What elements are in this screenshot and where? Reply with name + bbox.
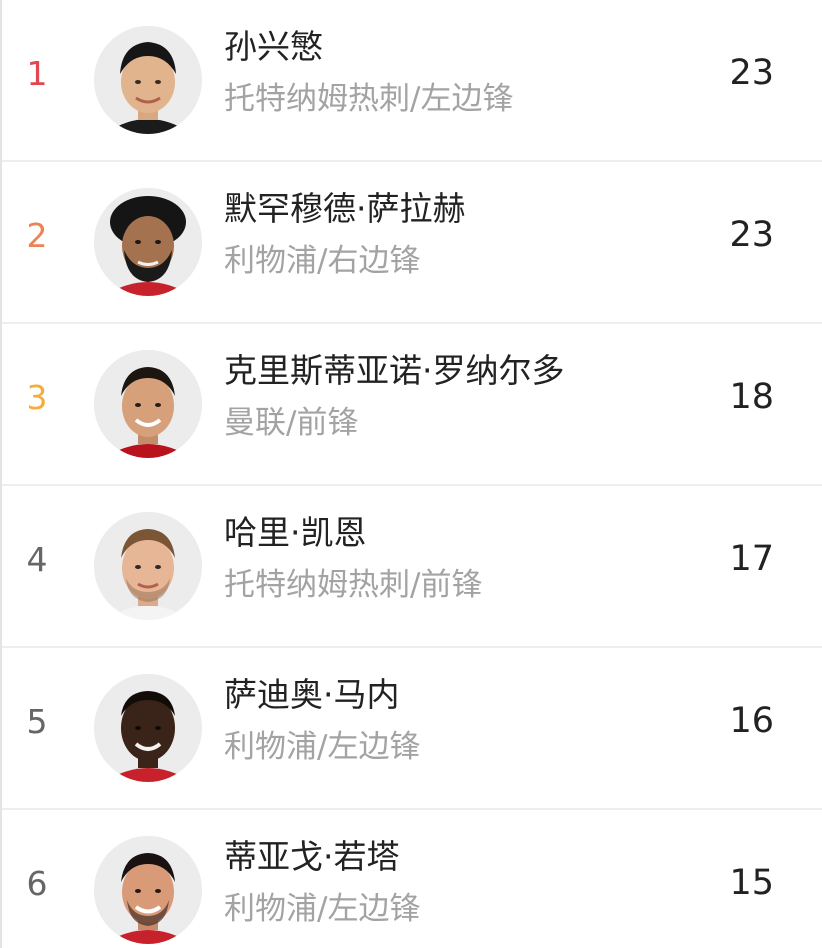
goal-count: 23 xyxy=(729,53,774,93)
goal-count: 18 xyxy=(729,377,774,417)
player-photo-salah xyxy=(94,188,202,296)
player-team-position: 利物浦/左边锋 xyxy=(224,729,421,765)
player-team-position: 托特纳姆热刺/前锋 xyxy=(224,567,483,603)
rank-number: 5 xyxy=(26,702,48,741)
rank-number: 4 xyxy=(26,540,48,579)
player-team-position: 利物浦/左边锋 xyxy=(224,891,421,927)
player-name: 萨迪奥·马内 xyxy=(224,675,400,714)
player-team-position: 利物浦/右边锋 xyxy=(224,243,421,279)
player-row[interactable]: 3 克里斯蒂亚诺·罗纳尔多 曼联/前锋 18 xyxy=(2,324,822,486)
goal-count: 17 xyxy=(729,539,774,579)
player-name: 蒂亚戈·若塔 xyxy=(224,837,400,876)
player-photo-ronaldo xyxy=(94,350,202,458)
player-team-position: 曼联/前锋 xyxy=(224,405,359,441)
player-photo-jota xyxy=(94,836,202,944)
player-row[interactable]: 4 哈里·凯恩 托特纳姆热刺/前锋 17 xyxy=(2,486,822,648)
player-name: 克里斯蒂亚诺·罗纳尔多 xyxy=(224,351,565,390)
player-row[interactable]: 1 孙兴慜 托特纳姆热刺/左边锋 23 xyxy=(2,0,822,162)
player-team-position: 托特纳姆热刺/左边锋 xyxy=(224,81,514,117)
player-row[interactable]: 2 默罕穆德·萨拉赫 利物浦/右边锋 23 xyxy=(2,162,822,324)
player-avatar[interactable] xyxy=(94,26,202,134)
player-avatar[interactable] xyxy=(94,350,202,458)
player-name: 哈里·凯恩 xyxy=(224,513,367,552)
rank-number: 1 xyxy=(26,54,48,93)
goal-count: 23 xyxy=(729,215,774,255)
player-photo-mane xyxy=(94,674,202,782)
player-photo-son xyxy=(94,26,202,134)
rank-number: 2 xyxy=(26,216,48,255)
goal-count: 15 xyxy=(729,863,774,903)
rank-number: 3 xyxy=(26,378,48,417)
rank-number: 6 xyxy=(26,864,48,903)
player-row[interactable]: 6 蒂亚戈·若塔 利物浦/左边锋 15 xyxy=(2,810,822,948)
player-name: 孙兴慜 xyxy=(224,27,323,66)
scorer-ranking-list: 1 孙兴慜 托特纳姆热刺/左边锋 23 2 默罕穆德·萨拉赫 利物浦/右边锋 2… xyxy=(0,0,822,948)
player-avatar[interactable] xyxy=(94,674,202,782)
player-photo-kane xyxy=(94,512,202,620)
player-row[interactable]: 5 萨迪奥·马内 利物浦/左边锋 16 xyxy=(2,648,822,810)
goal-count: 16 xyxy=(729,701,774,741)
player-avatar[interactable] xyxy=(94,836,202,944)
player-avatar[interactable] xyxy=(94,512,202,620)
player-name: 默罕穆德·萨拉赫 xyxy=(224,189,466,228)
player-avatar[interactable] xyxy=(94,188,202,296)
